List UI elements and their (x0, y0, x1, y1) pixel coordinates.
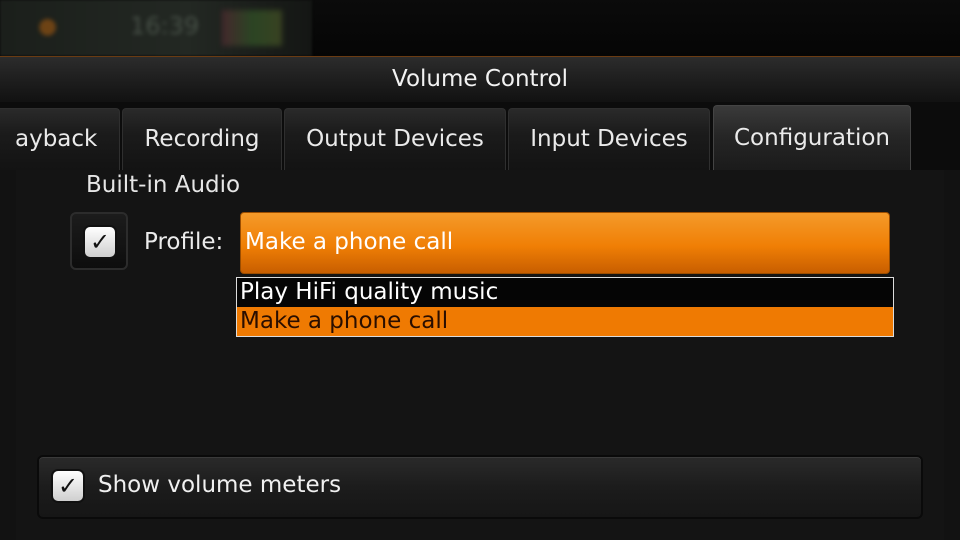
tab-label: Output Devices (306, 126, 484, 152)
check-icon: ✓ (57, 472, 79, 500)
signal-icon (222, 10, 282, 46)
status-bar: ● 16:39 (0, 0, 960, 56)
tab-bar: ayback Recording Output Devices Input De… (0, 102, 960, 172)
profile-dropdown-list: Play HiFi quality music Make a phone cal… (236, 277, 894, 337)
tab-label: Recording (144, 126, 260, 152)
check-icon: ✓ (89, 228, 111, 256)
card-title: Built-in Audio (86, 172, 241, 198)
profile-select-value: Make a phone call (245, 229, 454, 255)
profile-select[interactable]: Make a phone call (240, 212, 890, 274)
tab-playback[interactable]: ayback (0, 108, 120, 170)
tab-recording[interactable]: Recording (122, 108, 282, 170)
show-meters-label[interactable]: Show volume meters (98, 472, 341, 498)
tab-configuration[interactable]: Configuration (713, 105, 911, 172)
profile-label: Profile: (144, 229, 224, 255)
battery-icon: ● (38, 14, 58, 39)
show-meters-checkbox[interactable]: ✓ (51, 469, 85, 503)
card-enable-checkbox[interactable]: ✓ (83, 225, 117, 259)
dropdown-option-hifi[interactable]: Play HiFi quality music (237, 278, 893, 307)
tab-output-devices[interactable]: Output Devices (284, 108, 506, 170)
tab-label: Input Devices (530, 126, 688, 152)
status-time: 16:39 (130, 12, 200, 40)
tab-label: ayback (15, 126, 98, 152)
tab-label: Configuration (734, 125, 890, 151)
window-title: Volume Control (0, 56, 960, 103)
dropdown-option-phone-call[interactable]: Make a phone call (237, 307, 893, 336)
tab-input-devices[interactable]: Input Devices (508, 108, 710, 170)
